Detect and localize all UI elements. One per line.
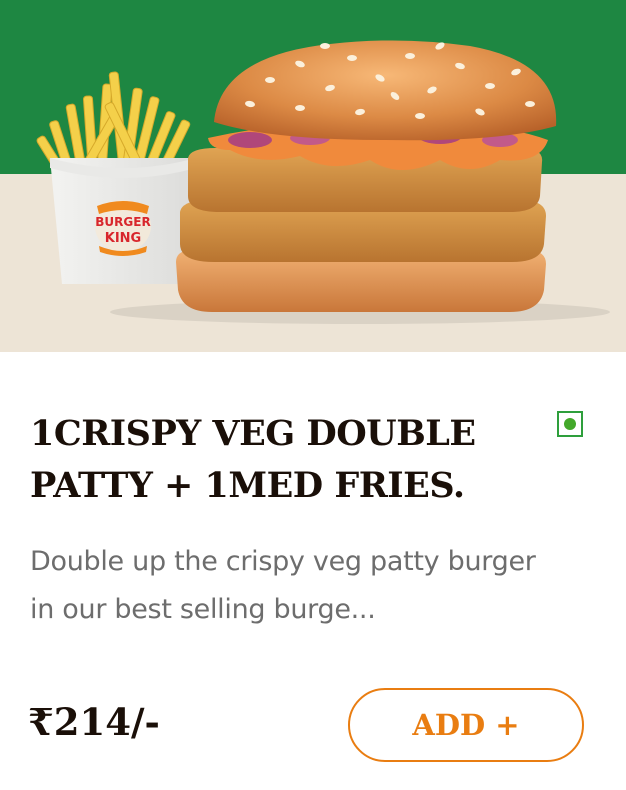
product-card: BURGER KING 1CRISPY VEG DOUBLE PATTY + 1… (0, 0, 626, 790)
product-image[interactable]: BURGER KING (0, 0, 626, 352)
svg-text:BURGER: BURGER (95, 215, 150, 229)
product-price: ₹214/- (28, 700, 160, 744)
svg-text:KING: KING (105, 231, 141, 246)
product-description: Double up the crispy veg patty burger in… (30, 546, 536, 625)
burger-and-fries-illustration: BURGER KING (36, 40, 610, 324)
product-title: 1CRISPY VEG DOUBLE PATTY + 1MED FRIES. (30, 413, 476, 506)
add-to-cart-button[interactable]: ADD + (348, 688, 584, 762)
veg-dot (564, 418, 576, 430)
fries-icon: BURGER KING (36, 71, 196, 284)
burger-icon (176, 40, 557, 312)
veg-indicator-icon (557, 411, 583, 437)
